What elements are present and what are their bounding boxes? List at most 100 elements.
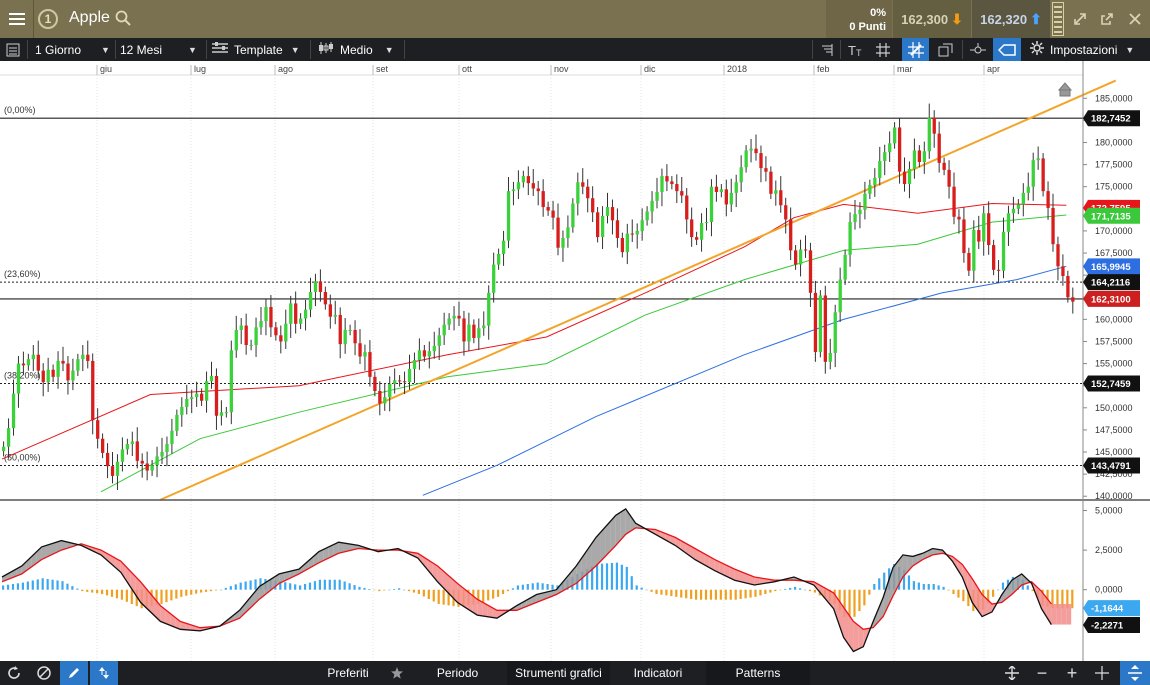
candle-body (259, 321, 263, 328)
candle-body (11, 393, 16, 429)
price-tag-label: 182,7452 (1091, 114, 1131, 125)
period-button[interactable]: Periodo (410, 661, 505, 685)
macd-histogram-bar (76, 588, 79, 590)
style-dropdown[interactable]: Medio ▼ (318, 38, 394, 61)
macd-histogram-bar (501, 589, 505, 594)
candle-body (868, 184, 872, 194)
interval-dropdown[interactable]: 1 Giorno ▼ (35, 38, 110, 61)
candle-body (749, 148, 753, 151)
candle-body (373, 376, 377, 391)
candle-body (769, 171, 773, 194)
disable-icon[interactable] (30, 661, 58, 685)
candle-body (695, 237, 699, 240)
macd-histogram-bar (6, 584, 10, 590)
chart-toolbar: 1 Giorno ▼ 12 Mesi ▼ Template ▼ Medio ▼ TT (0, 38, 1150, 61)
macd-tick-label: 2,5000 (1095, 545, 1123, 555)
candle-body (110, 466, 115, 476)
macd-histogram-bar (699, 589, 703, 600)
macd-histogram-bar (497, 589, 500, 597)
pencil-icon[interactable] (60, 661, 88, 685)
macd-histogram-bar (66, 583, 69, 590)
candle-body (343, 329, 347, 345)
patterns-button[interactable]: Patterns (706, 661, 810, 685)
candle-body (437, 335, 441, 346)
chart-area[interactable]: giu lug ago set ott nov dic 2018 feb mar apr (0,00… (0, 61, 1150, 661)
macd-histogram-bar (422, 589, 425, 597)
expand-icon[interactable] (1070, 9, 1090, 29)
candle-body (160, 452, 164, 457)
macd-histogram-bar (729, 589, 732, 600)
price-tag-label: 165,9945 (1091, 262, 1131, 273)
fit-icon[interactable] (1000, 661, 1024, 685)
list-icon[interactable] (6, 38, 20, 61)
macd-histogram-bar (185, 589, 188, 596)
hamburger-menu-icon[interactable] (0, 0, 34, 38)
candle-body (685, 195, 689, 220)
macd-histogram-bar (442, 589, 445, 605)
bar-icon[interactable] (820, 38, 834, 61)
zoom-out-icon[interactable]: − (1030, 661, 1054, 685)
candle-body (274, 327, 278, 336)
candle-body (105, 452, 110, 467)
candle-body (6, 428, 11, 447)
range-dropdown[interactable]: 12 Mesi ▼ (120, 38, 197, 61)
refresh-icon[interactable] (0, 661, 28, 685)
candle-body (21, 363, 26, 366)
candle-body (927, 117, 931, 152)
macd-histogram-bar (437, 589, 440, 604)
search-icon[interactable] (115, 10, 131, 31)
drag-handle-icon[interactable] (1052, 2, 1064, 36)
candle-body (244, 325, 248, 346)
price-tick-label: 170,0000 (1095, 226, 1133, 236)
candle-body (521, 176, 526, 183)
sell-button[interactable]: 162,300 ⬇ (893, 0, 971, 38)
candle-body (596, 212, 600, 238)
candle-body (996, 269, 1001, 271)
macd-cloud-segment (1051, 603, 1057, 625)
settings-gear-icon (1030, 41, 1044, 58)
star-icon[interactable] (385, 661, 409, 685)
vertical-scale-icon[interactable] (1120, 661, 1150, 685)
candle-body (46, 369, 50, 383)
macd-histogram-bar (640, 587, 643, 590)
text-tool-icon[interactable]: TT (848, 38, 864, 61)
candle-body (784, 205, 788, 220)
candle-body (848, 222, 852, 255)
buy-button[interactable]: 162,320 ⬆ (972, 0, 1050, 38)
candle-body (759, 153, 763, 169)
macd-histogram-bar (907, 575, 911, 590)
macd-histogram-bar (71, 586, 74, 590)
candle-body (279, 335, 283, 342)
macd-histogram-bar (318, 579, 321, 590)
candle-body (987, 213, 991, 246)
macd-histogram-bar (789, 587, 792, 590)
template-dropdown[interactable]: Template ▼ (212, 38, 300, 61)
macd-histogram-bar (952, 589, 955, 594)
info-badge-icon[interactable]: 1 (38, 9, 58, 29)
candle-body (101, 438, 105, 453)
macd-histogram-bar (803, 589, 807, 591)
candle-body (883, 152, 887, 162)
copy-icon[interactable] (938, 38, 954, 61)
macd-histogram-bar (373, 589, 376, 591)
popout-icon[interactable] (1097, 9, 1117, 29)
change-percent: 0% (870, 7, 886, 19)
drawing-tools-button[interactable]: Strumenti grafici (507, 661, 610, 685)
crosshair-icon[interactable] (1090, 661, 1114, 685)
indicators-button[interactable]: Indicatori (612, 661, 704, 685)
magnet-icon[interactable] (970, 38, 986, 61)
candle-body (1011, 208, 1016, 214)
settings-dropdown[interactable]: Impostazioni ▼ (1030, 38, 1134, 61)
sort-arrows-icon[interactable] (90, 661, 118, 685)
macd-histogram-bar (363, 587, 366, 590)
month-label: giu (100, 64, 112, 74)
favorites-button[interactable]: Preferiti (318, 661, 378, 685)
candle-body (264, 306, 268, 322)
candle-body (269, 306, 273, 328)
shape-icon[interactable] (993, 38, 1021, 61)
zoom-in-icon[interactable]: + (1060, 661, 1084, 685)
crosshair-grid-icon[interactable] (902, 38, 929, 61)
close-icon[interactable] (1125, 9, 1145, 29)
grid-icon[interactable] (876, 38, 890, 61)
macd-histogram-bar (615, 562, 618, 590)
